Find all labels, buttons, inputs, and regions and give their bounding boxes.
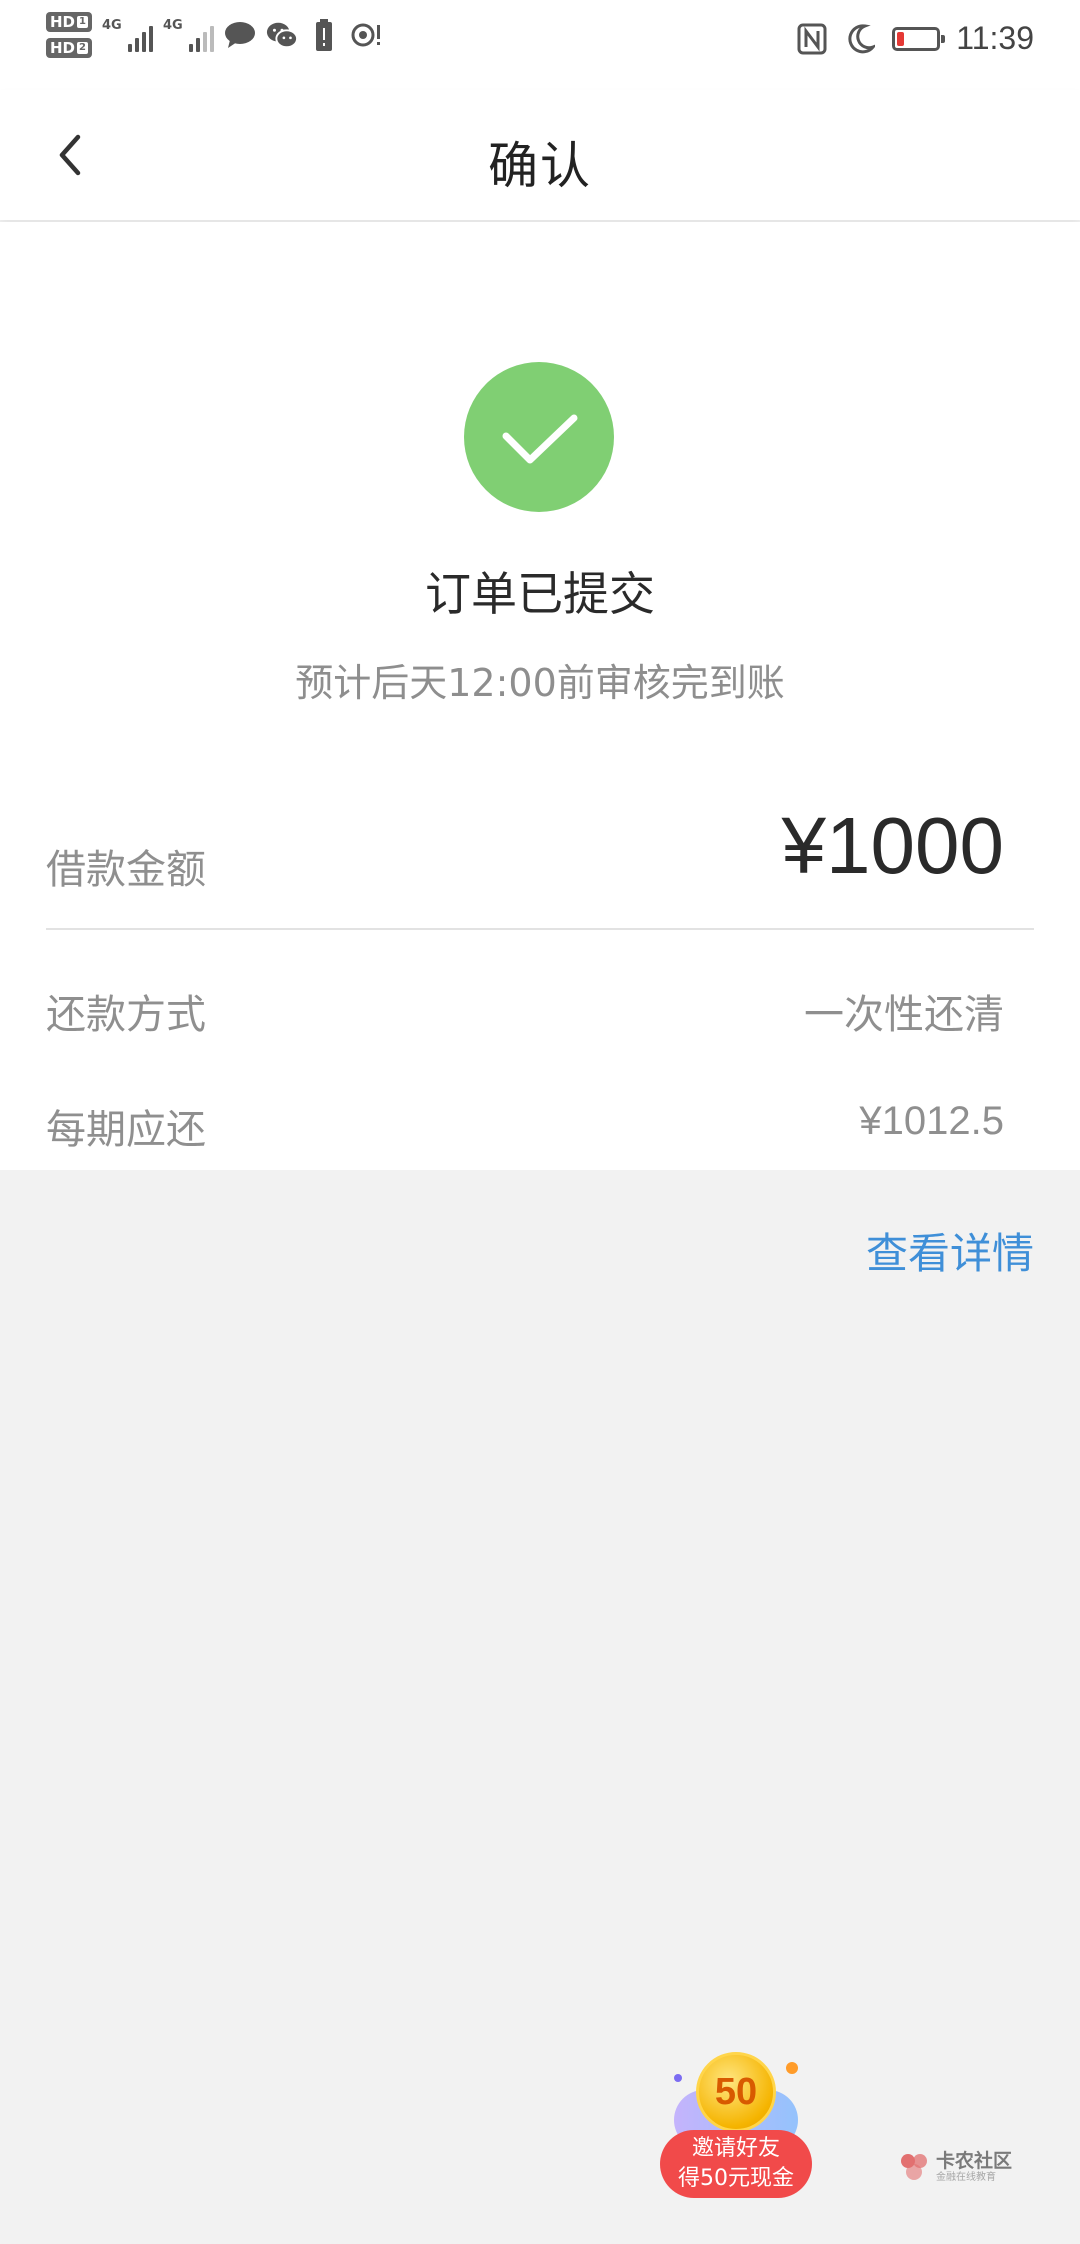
signal-icon-2: 4G: [163, 18, 214, 52]
nfc-icon: [796, 23, 828, 55]
battery-icon: [892, 26, 946, 51]
nav-bar: 确认: [0, 90, 1080, 220]
hd-indicators: HD 1 HD 2: [46, 12, 92, 58]
promo-line-2: 得50元现金: [678, 2166, 794, 2191]
battery-level: [897, 31, 904, 46]
network-type-2: 4G: [162, 18, 183, 33]
status-bar: HD 1 HD 2 4G 4G 11:39: [0, 0, 1080, 90]
network-type-1: 4G: [101, 18, 122, 33]
per-period-value: ¥1012.5: [859, 1099, 1004, 1143]
watermark-name: 卡农社区: [936, 2150, 1013, 2172]
hd-badge-2: HD 2: [46, 38, 92, 58]
promo-dot: [674, 2074, 682, 2082]
message-icon: [224, 19, 256, 51]
checkmark-circle-icon: [464, 362, 614, 512]
order-summary-card: 订单已提交 预计后天12:00前审核完到账 借款金额 ¥1000 还款方式 一次…: [0, 222, 1080, 1170]
status-bar-right: 11:39: [796, 20, 1034, 57]
view-details-link[interactable]: 查看详情: [866, 1220, 1034, 1281]
watermark: 卡农社区 金融在线教育: [898, 2150, 1012, 2184]
watermark-tagline: 金融在线教育: [936, 2172, 996, 2183]
repayment-method-row: 还款方式 一次性还清: [46, 982, 1034, 1042]
signal-icon-1: 4G: [102, 18, 153, 52]
promo-label: 邀请好友 得50元现金: [660, 2130, 812, 2198]
loan-amount-label: 借款金额: [46, 847, 206, 893]
moon-icon: [844, 23, 876, 55]
coin-icon: 50: [696, 2052, 776, 2132]
battery-alert-icon: [308, 19, 340, 51]
watermark-logo: [901, 2154, 927, 2180]
wechat-icon: [266, 19, 298, 51]
clock: 11:39: [956, 20, 1034, 56]
status-subtitle: 预计后天12:00前审核完到账: [295, 661, 785, 705]
repayment-method-label: 还款方式: [46, 992, 206, 1038]
repayment-method-value: 一次性还清: [804, 992, 1004, 1038]
per-period-label: 每期应还: [46, 1107, 206, 1153]
status-title: 订单已提交: [425, 567, 655, 621]
promo-line-1: 邀请好友: [691, 2136, 780, 2161]
promo-dot: [786, 2062, 798, 2074]
per-period-row: 每期应还 ¥1012.5: [46, 1097, 1034, 1157]
page-title: 确认: [488, 137, 592, 195]
loan-amount-value: ¥1000: [781, 801, 1004, 890]
status-bar-left: HD 1 HD 2 4G 4G: [46, 12, 382, 58]
hotspot-icon: [350, 19, 382, 51]
invite-friends-promo[interactable]: 50 邀请好友 得50元现金: [656, 2052, 816, 2202]
loan-amount-row: 借款金额 ¥1000: [46, 792, 1034, 930]
hd-badge-1: HD 1: [46, 12, 92, 32]
